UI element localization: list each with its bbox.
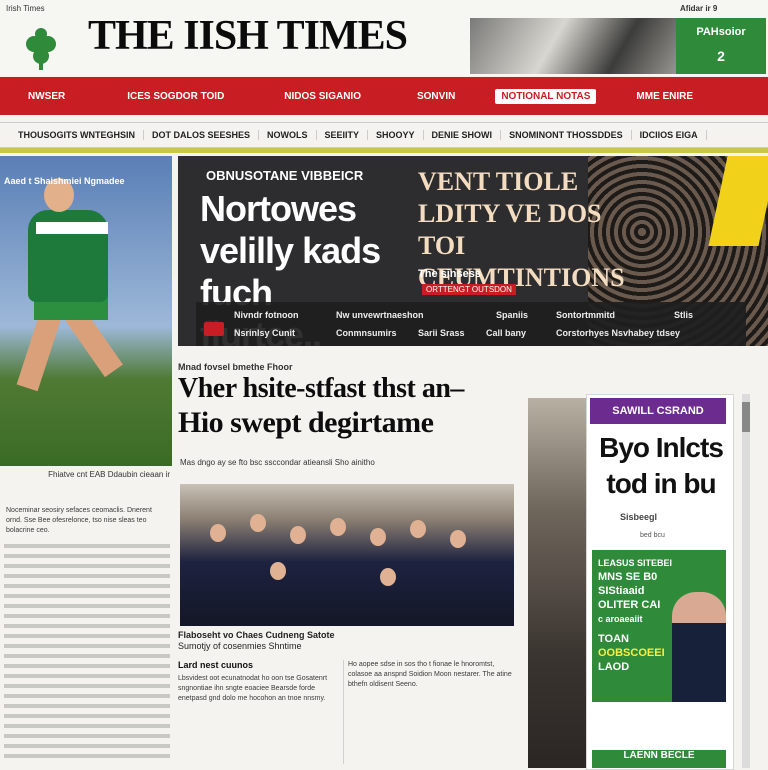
hero-strip-link[interactable]: Stlis xyxy=(674,310,693,320)
promo-image[interactable] xyxy=(470,18,680,74)
photo-person xyxy=(370,528,386,546)
photo-person xyxy=(210,524,226,542)
article-byline: Lard nest cuunos xyxy=(178,660,254,670)
ad-line: MNS SE B0 xyxy=(598,571,658,583)
subnav-item-1[interactable]: THOUSOGITS WNTEGHSIN xyxy=(0,130,144,140)
article-body-left: Lard nest cuunos Lbsvidest oot ecunatnod… xyxy=(178,660,338,764)
photo-person xyxy=(410,520,426,538)
newspaper-title[interactable]: THE IISH TIMES xyxy=(88,12,408,60)
hero-strip-link[interactable]: Nsrinlsy Cunit xyxy=(234,328,295,338)
ad-line: SIStiaaid xyxy=(598,585,645,597)
photo-person xyxy=(250,514,266,532)
photo-person xyxy=(330,518,346,536)
top-right-label: Afidar ir 9 xyxy=(680,4,718,13)
ad-line: LAOD xyxy=(598,661,630,673)
promo-title: PAHsoior xyxy=(696,26,746,38)
promo-box[interactable]: PAHsoior 2 xyxy=(676,18,766,74)
photo-person xyxy=(380,568,396,586)
nav-item-4[interactable]: SONVIN xyxy=(417,91,455,102)
hero-kicker: OBNUSOTANE VIBBEICR xyxy=(206,168,364,183)
article-photo[interactable] xyxy=(180,484,514,626)
ad-line: c aroaeaiit xyxy=(598,614,643,624)
caption-line1: Flaboseht vo Chaes Cudneng Satote xyxy=(178,630,335,640)
player-jersey-stripe xyxy=(36,222,108,234)
article-headline-line2: Hio swept degirtame xyxy=(178,406,434,439)
subnav-item-7[interactable]: SNOMINONT THOSSDDES xyxy=(501,130,632,140)
hero-strip-link[interactable]: Sarii Srass xyxy=(418,328,465,338)
hero-strip-link[interactable]: Sontortmmitd xyxy=(556,310,615,320)
left-column-body: Noceminar seosiry sefaces ceomaclis. Dne… xyxy=(4,504,170,538)
photo-person xyxy=(290,526,306,544)
nav-item-2[interactable]: ICES SOGDOR TOID xyxy=(127,91,224,102)
sidebar-small-label: bed bcu xyxy=(640,532,665,539)
left-column-head[interactable]: Fhiatve cnt EAB Ddaubin cieaan ir xyxy=(4,470,170,479)
subnav-item-5[interactable]: SHOOYY xyxy=(368,130,424,140)
sidebar-ad-text: LEASUS SITEBEI MNS SE B0 SIStiaaid OLITE… xyxy=(598,556,684,674)
nav-item-3[interactable]: NIDOS SIGANIO xyxy=(284,91,361,102)
article-headline[interactable]: Vher hsite-stfast thst an– Hio swept deg… xyxy=(178,372,518,440)
sidebar-byline: Sisbeegl xyxy=(620,512,658,522)
article-kicker: Mnad fovsel bmethe Fhoor xyxy=(178,362,293,372)
nav-item-5[interactable]: NOTIONAL NOTAS xyxy=(495,88,597,104)
hero-link-strip: Nivndr fotnoon Nw unvewrtnaeshon Spaniis… xyxy=(196,302,746,346)
sub-nav: THOUSOGITS WNTEGHSIN DOT DALOS SEESHES N… xyxy=(0,122,768,148)
column-divider xyxy=(343,660,344,764)
subnav-item-4[interactable]: SEEIITY xyxy=(317,130,369,140)
hero-strip-link[interactable]: Nw unvewrtnaeshon xyxy=(336,310,424,320)
accent-line xyxy=(0,148,768,153)
ad-line: OLITER CAI xyxy=(598,599,661,611)
sidebar-headline[interactable]: Byo Inlcts tod in bu xyxy=(592,430,730,502)
subnav-item-8[interactable]: IDCIIOS EIGA xyxy=(632,130,707,140)
hero-strip-link[interactable]: Conmnsumirs xyxy=(336,328,397,338)
sport-photo-label: Aaed t Shaishmiei Ngmadee xyxy=(4,176,125,186)
hero-tag: ORTTENGT OUTSDON xyxy=(422,284,516,295)
camera-icon[interactable] xyxy=(204,322,224,336)
scrollbar-thumb[interactable] xyxy=(742,402,750,432)
left-column-text: Noceminar seosiry sefaces ceomaclis. Dne… xyxy=(4,504,170,764)
article-body-left-text: Lbsvidest oot ecunatnodat ho oon tse Gos… xyxy=(178,675,328,702)
hero-strip-link[interactable]: Nivndr fotnoon xyxy=(234,310,299,320)
hero-strip-link[interactable]: Corstorhyes Nsvhabey tdsey xyxy=(556,328,680,338)
subnav-item-6[interactable]: DENIE SHOWI xyxy=(424,130,502,140)
sidebar-bottom-ad[interactable]: LAENN BECLE xyxy=(592,750,726,768)
photo-caption: Flaboseht vo Chaes Cudneng Satote Sumotj… xyxy=(178,630,518,652)
article-body-right-text: Ho aopee sdse in sos tho t fionae le hno… xyxy=(348,661,512,688)
hero-strip-link[interactable]: Spaniis xyxy=(496,310,528,320)
subnav-item-3[interactable]: NOWOLS xyxy=(259,130,317,140)
photo-person xyxy=(450,530,466,548)
ad-line: LEASUS SITEBEI xyxy=(598,558,673,568)
main-nav: NWSER ICES SOGDOR TOID NIDOS SIGANIO SON… xyxy=(0,77,768,115)
subnav-item-2[interactable]: DOT DALOS SEESHES xyxy=(144,130,260,140)
ad-line: OOBSCOEEI xyxy=(598,647,665,659)
hero-strip-link[interactable]: Call bany xyxy=(486,328,526,338)
article-deck: Mas dngo ay se fto bsc ssccondar atieans… xyxy=(180,458,375,467)
article-headline-line1: Vher hsite-stfast thst an– xyxy=(178,373,464,404)
shamrock-logo-icon[interactable] xyxy=(22,24,60,70)
nav-item-1[interactable]: NWSER xyxy=(28,91,65,102)
sidebar-badge[interactable]: SAWILL CSRAND xyxy=(590,398,726,424)
nav-item-6[interactable]: MME ENIRE xyxy=(636,91,693,102)
top-left-label: Irish Times xyxy=(6,4,45,13)
article-body-right: Ho aopee sdse in sos tho t fionae le hno… xyxy=(348,660,518,764)
caption-line2: Sumotjy of cosenmies Shntime xyxy=(178,641,302,651)
hero-small-title: The sinsess xyxy=(418,268,481,280)
right-column-photo[interactable] xyxy=(528,398,586,768)
scrollbar[interactable] xyxy=(742,394,750,768)
photo-person xyxy=(270,562,286,580)
promo-number: 2 xyxy=(717,48,725,64)
ad-line: TOAN xyxy=(598,633,629,645)
